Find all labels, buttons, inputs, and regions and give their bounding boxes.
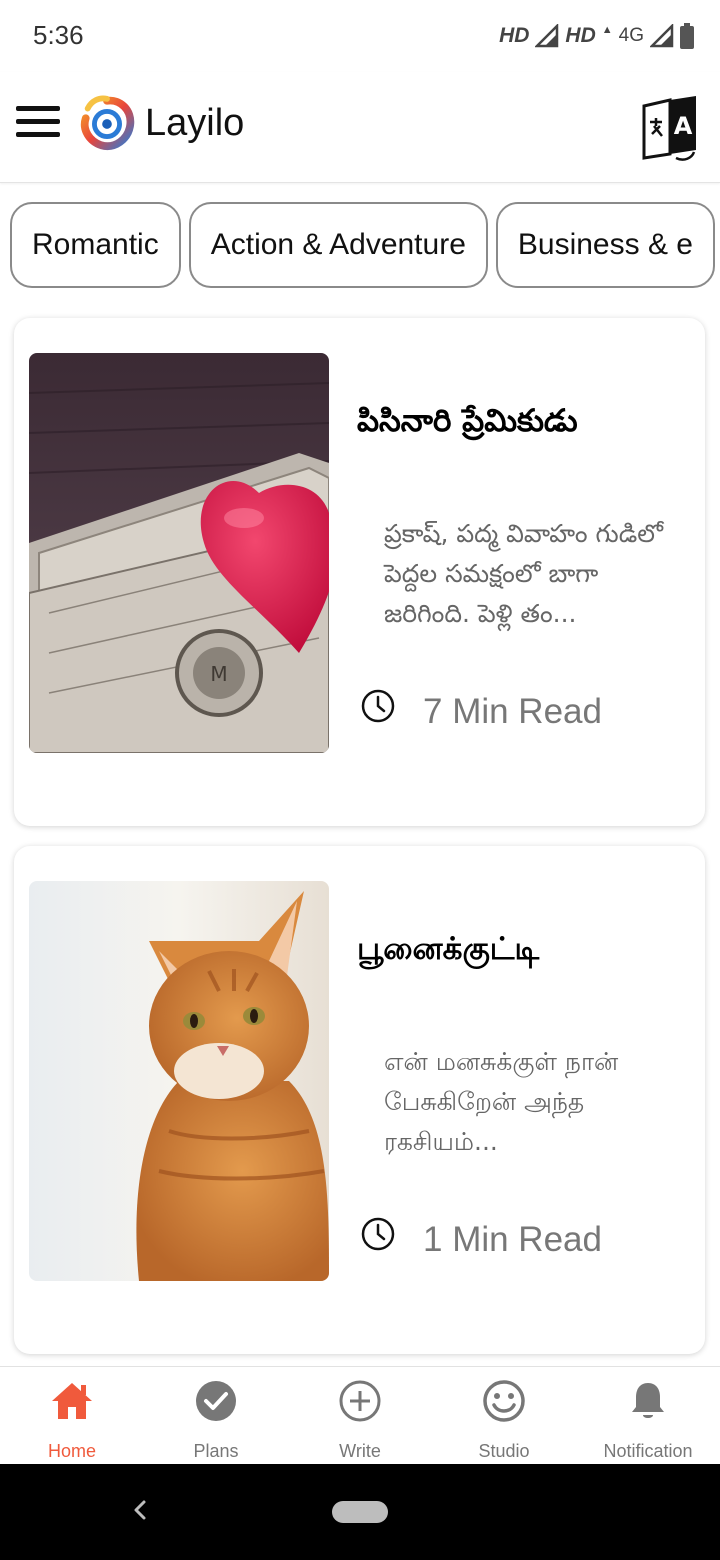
story-cover-image (29, 881, 329, 1281)
category-chip-business[interactable]: Business & e (495, 202, 715, 288)
translate-icon[interactable]: A (640, 92, 700, 162)
home-icon (52, 1383, 92, 1419)
system-navigation-bar (0, 1464, 720, 1560)
app-title: Layilo (145, 102, 245, 144)
story-title: పిసినారి ప్రేమికుడు (357, 403, 578, 439)
nav-item-home[interactable]: Home (0, 1367, 144, 1464)
nav-item-studio[interactable]: Studio (432, 1367, 576, 1464)
network-generation-label: 4G (618, 25, 644, 46)
svg-text:A: A (674, 112, 693, 140)
add-circle-icon (339, 1380, 381, 1422)
clock-icon (361, 1217, 395, 1251)
network-type-label: HD (499, 24, 530, 47)
nav-item-plans[interactable]: Plans (144, 1367, 288, 1464)
read-time: 7 Min Read (423, 692, 602, 731)
data-arrow-icon: ▲ (601, 24, 613, 36)
back-icon[interactable] (126, 1496, 154, 1524)
story-title: பூனைக்குட்டி (357, 931, 540, 967)
app-logo (80, 95, 135, 150)
smiley-icon (483, 1380, 525, 1422)
story-card[interactable]: M పిసినారి ప్రేమికుడు ప్రకాష్, పద్మ వివా… (14, 318, 705, 826)
nav-label-write: Write (339, 1441, 381, 1461)
check-circle-icon (196, 1381, 236, 1421)
network-type-label-2: HD (565, 24, 596, 47)
nav-label-notification: Notification (603, 1441, 693, 1461)
signal-icon (535, 24, 559, 48)
nav-item-write[interactable]: Write (288, 1367, 432, 1464)
status-indicators: HD HD ▲ 4G (499, 20, 694, 52)
story-cover-image: M (29, 353, 329, 753)
nav-item-notification[interactable]: Notification (576, 1367, 720, 1464)
app-bar: Layilo A (0, 72, 720, 183)
hamburger-menu-icon[interactable] (16, 106, 60, 142)
story-card[interactable]: பூனைக்குட்டி என் மனசுக்குள் நான் பேசுகிற… (14, 846, 705, 1354)
bell-icon (632, 1383, 664, 1418)
home-pill-button[interactable] (332, 1501, 388, 1523)
signal-icon-2 (650, 24, 674, 48)
story-excerpt: ప్రకాష్, పద్మ వివాహం గుడిలో పెద్దల సమక్ష… (384, 519, 663, 628)
status-bar: 5:36 HD HD ▲ 4G (0, 0, 720, 72)
bottom-navigation: Home Plans Write Studio Notification (0, 1366, 720, 1464)
nav-label-plans: Plans (193, 1441, 239, 1461)
nav-label-home: Home (47, 1441, 96, 1461)
svg-text:M: M (210, 662, 227, 686)
clock-icon (361, 689, 395, 723)
nav-label-studio: Studio (478, 1441, 530, 1461)
read-time: 1 Min Read (423, 1220, 602, 1259)
story-excerpt: என் மனசுக்குள் நான் பேசுகிறேன் அந்த ரகசி… (384, 1047, 619, 1156)
category-chip-list: Romantic Action & Adventure Business & e (10, 202, 720, 288)
battery-icon (680, 23, 694, 49)
category-chip-action-adventure[interactable]: Action & Adventure (188, 202, 488, 288)
status-time: 5:36 (33, 20, 84, 50)
category-chip-romantic[interactable]: Romantic (10, 202, 181, 288)
